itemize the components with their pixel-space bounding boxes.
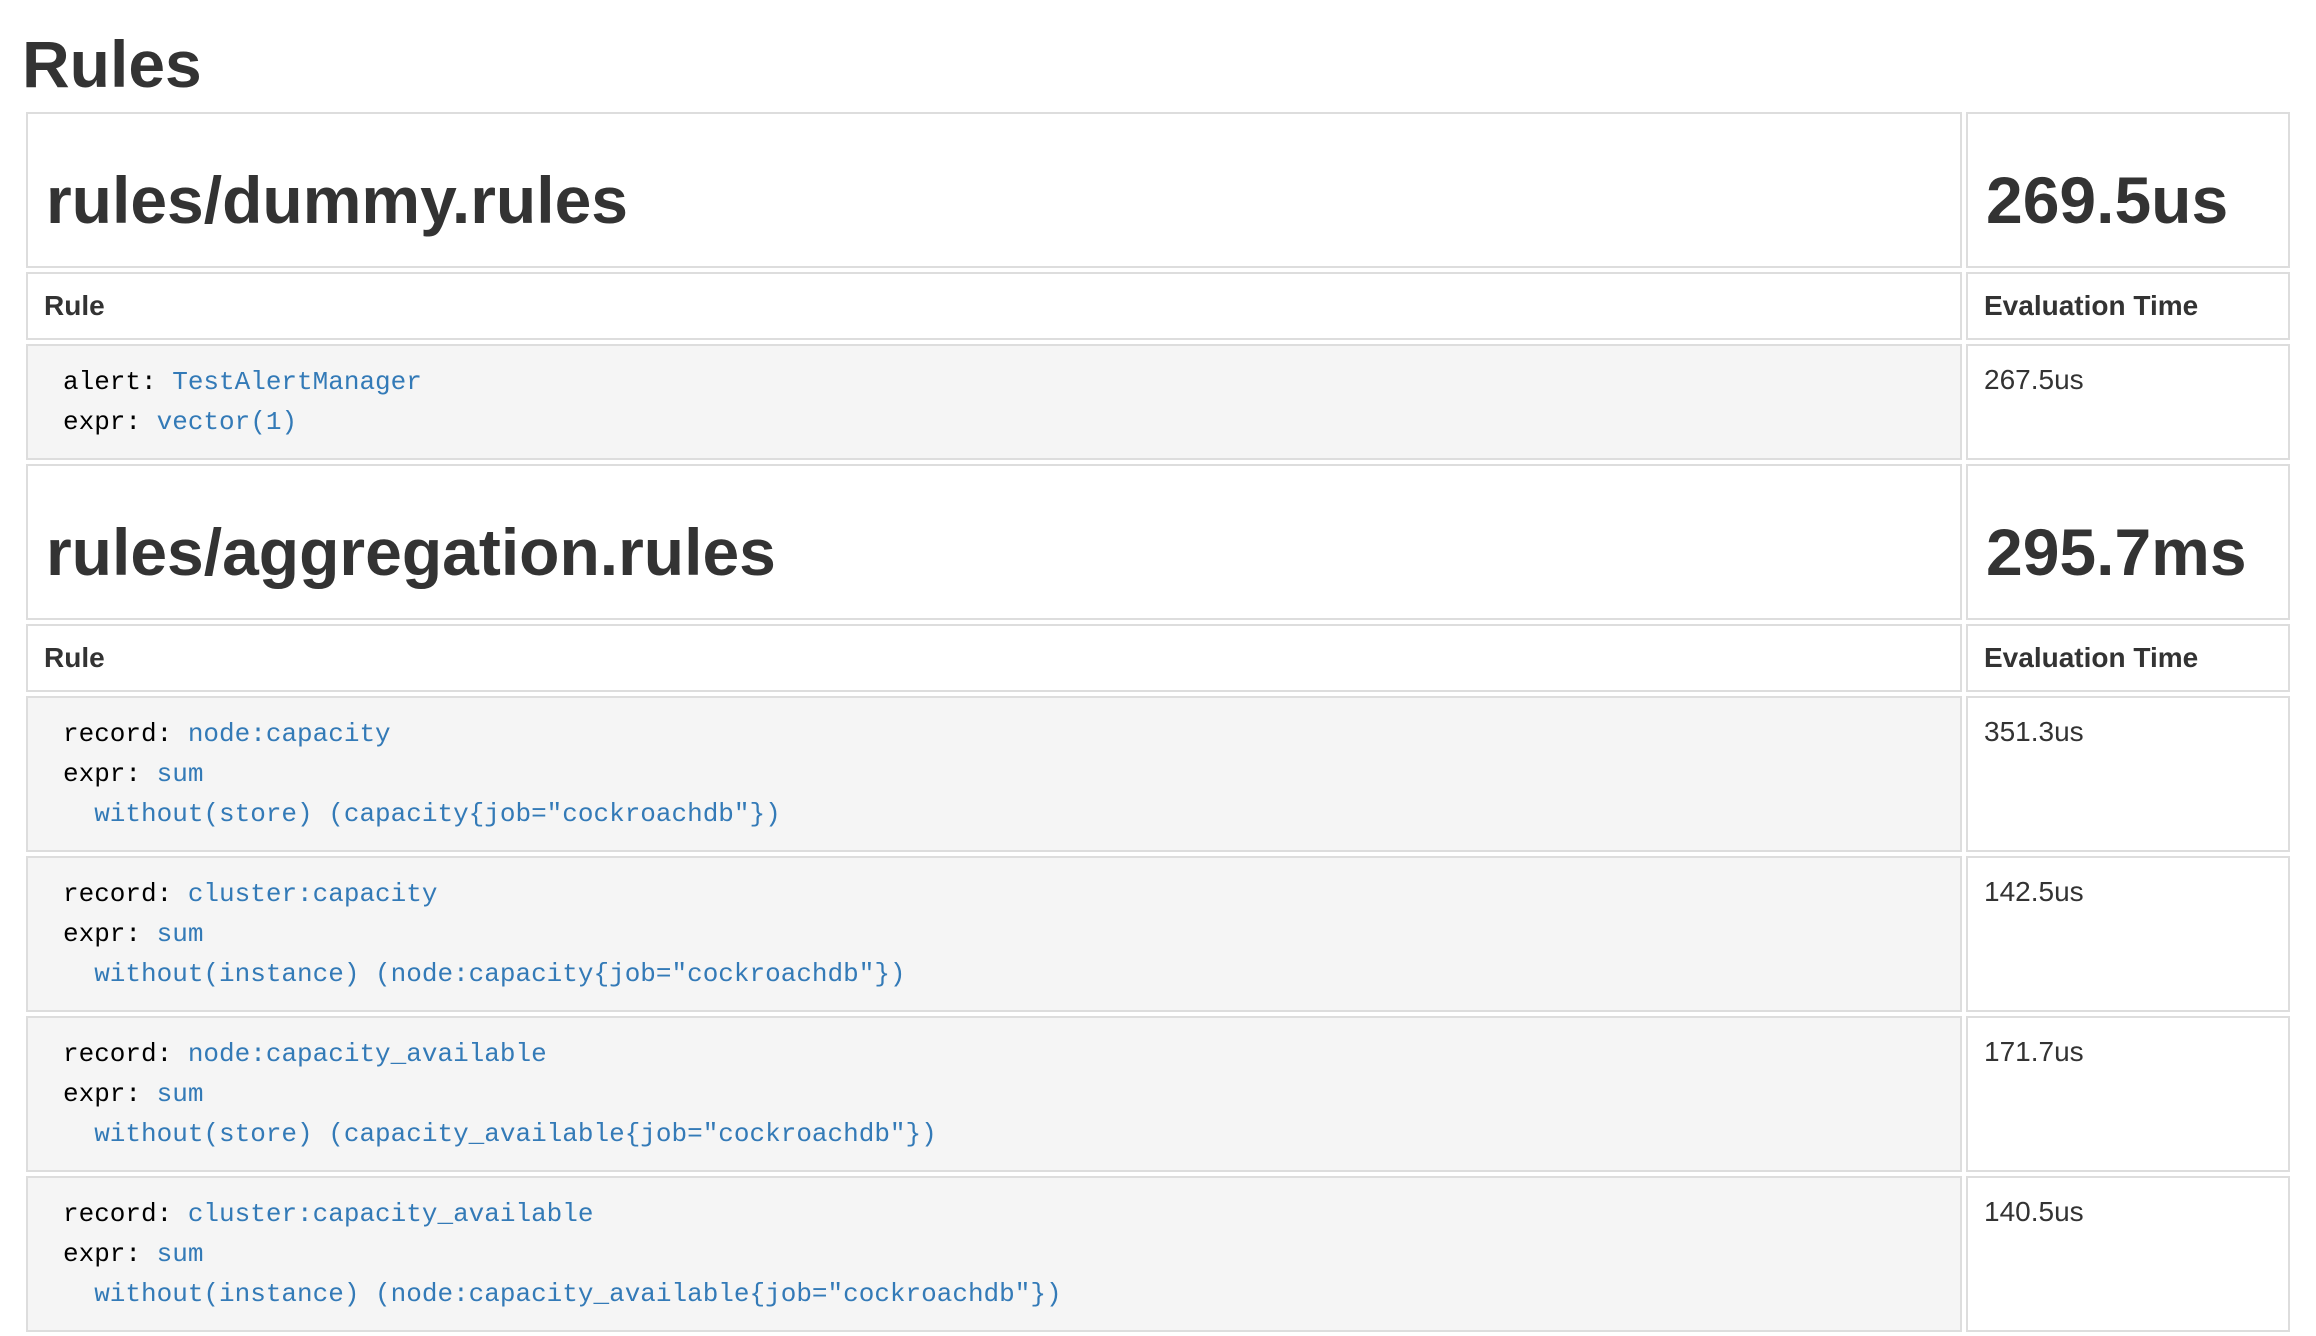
rule-file-name: rules/aggregation.rules xyxy=(46,515,776,589)
rule-expr-keyword: expr: xyxy=(63,919,157,949)
rule-row: record: cluster:capacity_available expr:… xyxy=(26,1176,2290,1332)
rule-file-eval-total: 269.5us xyxy=(1986,163,2228,237)
rule-definition-cell: record: cluster:capacity_available expr:… xyxy=(26,1176,1962,1332)
rule-keyword: alert: xyxy=(63,367,172,397)
rule-eval-time: 171.7us xyxy=(1966,1016,2290,1172)
rule-definition-cell: record: node:capacity_available expr: su… xyxy=(26,1016,1962,1172)
rule-expr-keyword: expr: xyxy=(63,407,157,437)
rule-name-link[interactable]: node:capacity xyxy=(188,719,391,749)
rule-expr-link[interactable]: sum xyxy=(157,759,204,789)
rule-definition-cell: record: cluster:capacity expr: sum witho… xyxy=(26,856,1962,1012)
rule-expr-link[interactable]: vector(1) xyxy=(157,407,297,437)
rule-keyword: record: xyxy=(63,1039,188,1069)
rule-file-eval-cell: 269.5us xyxy=(1966,112,2290,268)
rule-expr-link[interactable]: sum xyxy=(157,1079,204,1109)
rule-code-block: record: node:capacity expr: sum without(… xyxy=(63,714,1944,834)
rule-code-block: record: cluster:capacity expr: sum witho… xyxy=(63,874,1944,994)
rule-keyword: record: xyxy=(63,879,188,909)
rule-expr-link-continued[interactable]: without(instance) (node:capacity_availab… xyxy=(63,1279,1062,1309)
rule-file-cell: rules/dummy.rules xyxy=(26,112,1962,268)
rule-row: record: cluster:capacity expr: sum witho… xyxy=(26,856,2290,1012)
rule-expr-link[interactable]: sum xyxy=(157,919,204,949)
rule-keyword: record: xyxy=(63,1199,188,1229)
rule-eval-time: 140.5us xyxy=(1966,1176,2290,1332)
column-header-rule: Rule xyxy=(26,624,1962,692)
rule-expr-link-continued[interactable]: without(store) (capacity{job="cockroachd… xyxy=(63,799,781,829)
rule-file-eval-cell: 295.7ms xyxy=(1966,464,2290,620)
column-header-eval-time: Evaluation Time xyxy=(1966,624,2290,692)
rule-row: record: node:capacity_available expr: su… xyxy=(26,1016,2290,1172)
rule-definition-cell: record: node:capacity expr: sum without(… xyxy=(26,696,1962,852)
rule-file-header-row: rules/aggregation.rules 295.7ms xyxy=(26,464,2290,620)
rule-file-eval-total: 295.7ms xyxy=(1986,515,2247,589)
rule-expr-keyword: expr: xyxy=(63,1239,157,1269)
rule-eval-time: 267.5us xyxy=(1966,344,2290,460)
rule-expr-link-continued[interactable]: without(instance) (node:capacity{job="co… xyxy=(63,959,906,989)
rule-file-name: rules/dummy.rules xyxy=(46,163,628,237)
rule-expr-link-continued[interactable]: without(store) (capacity_available{job="… xyxy=(63,1119,937,1149)
column-header-rule: Rule xyxy=(26,272,1962,340)
rule-name-link[interactable]: TestAlertManager xyxy=(172,367,422,397)
rule-definition-cell: alert: TestAlertManager expr: vector(1) xyxy=(26,344,1962,460)
rule-row: alert: TestAlertManager expr: vector(1) … xyxy=(26,344,2290,460)
rule-eval-time: 351.3us xyxy=(1966,696,2290,852)
rule-row: record: node:capacity expr: sum without(… xyxy=(26,696,2290,852)
rule-keyword: record: xyxy=(63,719,188,749)
page-title: Rules xyxy=(22,26,2294,102)
rule-file-header-row: rules/dummy.rules 269.5us xyxy=(26,112,2290,268)
rule-eval-time: 142.5us xyxy=(1966,856,2290,1012)
rule-expr-keyword: expr: xyxy=(63,1079,157,1109)
rule-name-link[interactable]: node:capacity_available xyxy=(188,1039,547,1069)
rule-code-block: record: cluster:capacity_available expr:… xyxy=(63,1194,1944,1314)
rule-name-link[interactable]: cluster:capacity xyxy=(188,879,438,909)
column-header-row: Rule Evaluation Time xyxy=(26,272,2290,340)
rule-code-block: record: node:capacity_available expr: su… xyxy=(63,1034,1944,1154)
rules-table: rules/dummy.rules 269.5us Rule Evaluatio… xyxy=(22,108,2294,1336)
column-header-row: Rule Evaluation Time xyxy=(26,624,2290,692)
rule-expr-keyword: expr: xyxy=(63,759,157,789)
rule-name-link[interactable]: cluster:capacity_available xyxy=(188,1199,594,1229)
rule-expr-link[interactable]: sum xyxy=(157,1239,204,1269)
rule-file-cell: rules/aggregation.rules xyxy=(26,464,1962,620)
rule-code-block: alert: TestAlertManager expr: vector(1) xyxy=(63,362,1944,442)
column-header-eval-time: Evaluation Time xyxy=(1966,272,2290,340)
